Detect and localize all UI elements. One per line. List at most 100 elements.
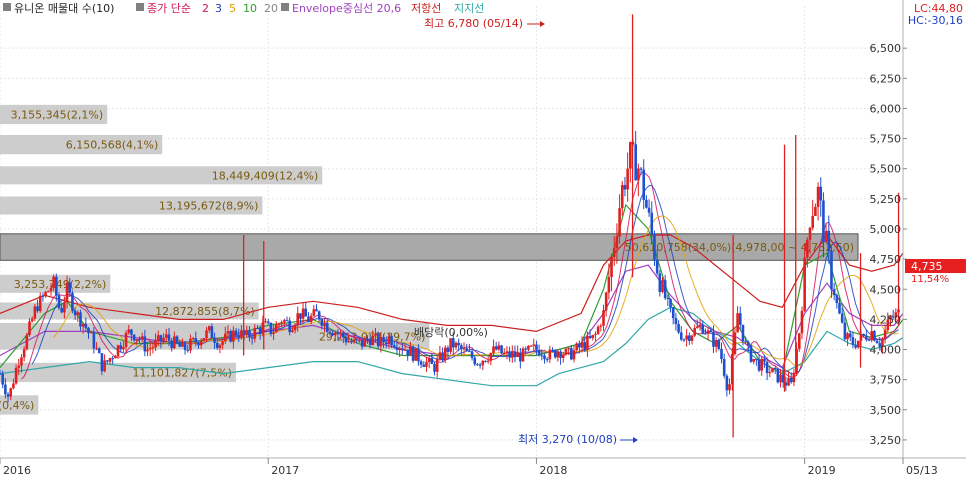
candle-body [623, 185, 627, 190]
candle-body [612, 248, 616, 257]
candle-body [384, 342, 388, 345]
candle-body [368, 339, 372, 346]
candle-body [33, 306, 37, 319]
candle-body [73, 310, 77, 316]
candle-body [435, 359, 439, 372]
candle-body [317, 311, 321, 320]
candle-body [79, 312, 82, 327]
candle-body [789, 377, 793, 383]
candle-body [610, 256, 613, 278]
candle-body [205, 330, 208, 339]
candle-body [304, 308, 308, 317]
candle-body [502, 352, 506, 354]
candle-body [258, 328, 262, 334]
candle-body [626, 168, 629, 190]
candle-body [505, 351, 509, 353]
y-tick-label: 4,750 [870, 253, 902, 266]
candle-body [685, 335, 688, 340]
candle-body [430, 358, 434, 364]
candle-body [578, 343, 581, 348]
candle-body [194, 338, 198, 343]
candle-body [81, 323, 85, 327]
candle-body [720, 348, 723, 360]
candle-body [481, 360, 485, 366]
candle-body [245, 330, 249, 336]
candle-body [728, 384, 731, 391]
candle-body [403, 349, 407, 351]
candle-body [462, 348, 466, 350]
candle-body [519, 352, 522, 362]
candle-body [840, 313, 844, 323]
candle-body [591, 334, 595, 338]
candle-body [250, 337, 254, 339]
candle-body [806, 239, 809, 258]
candle-body [738, 313, 742, 325]
y-tick-label: 3,500 [870, 404, 902, 417]
candle-body [248, 330, 251, 338]
candle-body [478, 364, 482, 366]
candle-body [274, 324, 278, 333]
candle-body [594, 333, 597, 335]
y-tick-label: 5,500 [870, 163, 902, 176]
y-tick-label: 5,750 [870, 133, 902, 146]
candle-body [811, 215, 814, 228]
candle-body [800, 310, 804, 334]
candle-body [752, 359, 755, 362]
legend-ma-2: 2 [202, 2, 209, 15]
candle-body [52, 276, 55, 289]
legend-swatch-volume [3, 3, 11, 11]
legend-ma-3: 3 [215, 2, 222, 15]
candle-body [532, 344, 536, 346]
candle-body [417, 348, 420, 362]
volume-profile-label: 13,195,672(8,9%) [159, 199, 259, 212]
candle-body [618, 208, 621, 237]
y-tick-label: 4,500 [870, 283, 902, 296]
candle-body [556, 351, 560, 358]
candle-body [309, 315, 313, 323]
chart-root: 3,155,345(2,1%) 6,150,568(4,1%) 18,449,409… [0, 0, 966, 481]
candle-body [851, 337, 855, 345]
candle-body [151, 347, 155, 349]
candle-body [392, 345, 396, 348]
candle-body [25, 334, 29, 350]
candle-body [832, 289, 836, 296]
candle-body [822, 200, 825, 243]
candle-body [213, 337, 216, 343]
candle-body [787, 377, 790, 386]
candle-body [655, 259, 659, 274]
candle-body [749, 345, 753, 362]
candle-body [470, 351, 474, 358]
candle-body [658, 273, 662, 292]
candle-body [360, 339, 364, 347]
volume-profile-label: 3,155,345(2,1%) [11, 108, 104, 121]
candle-body [572, 350, 576, 360]
candle-body [379, 337, 383, 347]
candle-body [835, 295, 839, 304]
candle-body [468, 351, 471, 353]
candle-body [741, 324, 745, 342]
candle-body [162, 337, 165, 342]
candle-body [1, 373, 4, 385]
stock-chart[interactable]: 3,155,345(2,1%) 6,150,568(4,1%) 18,449,409… [0, 0, 966, 481]
candle-body [701, 324, 705, 334]
candle-body [344, 337, 348, 343]
candle-body [808, 227, 812, 240]
candle-body [760, 358, 764, 371]
candle-body [135, 339, 139, 341]
candle-body [283, 320, 286, 323]
candle-body [30, 318, 34, 322]
candle-body [355, 339, 359, 341]
candle-body [291, 330, 294, 333]
candle-body [197, 342, 200, 346]
y-tick-label: 3,750 [870, 374, 902, 387]
candle-body [803, 257, 806, 311]
candle-body [315, 309, 318, 312]
candle-body [333, 332, 337, 336]
candle-body [451, 338, 455, 348]
candle-body [779, 374, 782, 383]
candle-body [561, 354, 565, 358]
candle-body [747, 341, 750, 346]
candle-body [253, 327, 257, 339]
candle-body [457, 342, 460, 346]
candle-body [299, 313, 302, 319]
